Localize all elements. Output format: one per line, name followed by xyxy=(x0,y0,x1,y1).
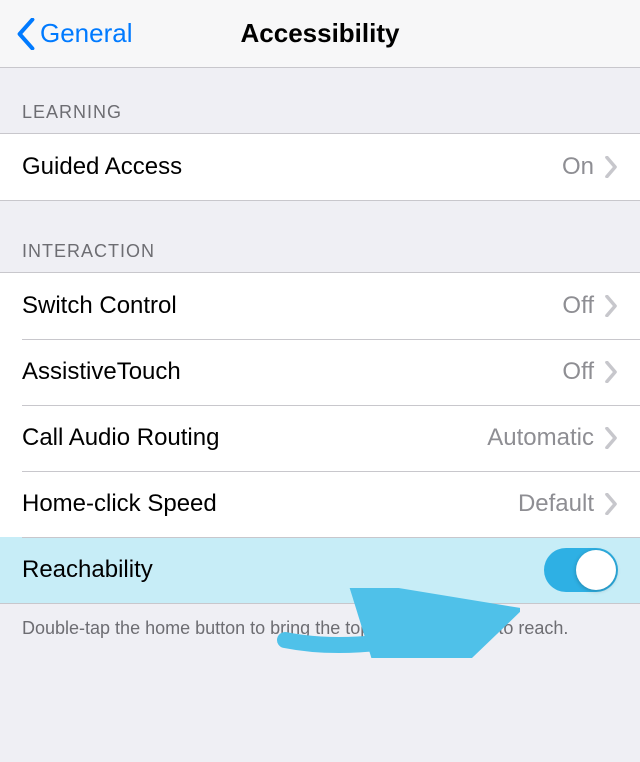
row-label: Switch Control xyxy=(22,292,177,320)
row-label: Guided Access xyxy=(22,153,182,181)
row-home-click-speed[interactable]: Home-click Speed Default xyxy=(0,471,640,537)
group-learning: Guided Access On xyxy=(0,133,640,201)
chevron-right-icon xyxy=(604,156,618,178)
row-label: Home-click Speed xyxy=(22,490,217,518)
row-assistivetouch[interactable]: AssistiveTouch Off xyxy=(0,339,640,405)
section-header-interaction: INTERACTION xyxy=(0,201,640,272)
row-value: Off xyxy=(562,358,594,386)
section-header-learning: LEARNING xyxy=(0,68,640,133)
row-reachability: Reachability xyxy=(0,537,640,603)
row-label: AssistiveTouch xyxy=(22,358,181,386)
row-switch-control[interactable]: Switch Control Off xyxy=(0,273,640,339)
chevron-right-icon xyxy=(604,295,618,317)
chevron-right-icon xyxy=(604,361,618,383)
chevron-right-icon xyxy=(604,493,618,515)
row-label: Call Audio Routing xyxy=(22,424,219,452)
row-call-audio-routing[interactable]: Call Audio Routing Automatic xyxy=(0,405,640,471)
chevron-left-icon xyxy=(16,18,36,50)
row-value: Automatic xyxy=(487,424,594,452)
reachability-toggle[interactable] xyxy=(544,548,618,592)
row-value: Default xyxy=(518,490,594,518)
chevron-right-icon xyxy=(604,427,618,449)
row-guided-access[interactable]: Guided Access On xyxy=(0,134,640,200)
group-interaction: Switch Control Off AssistiveTouch Off Ca… xyxy=(0,272,640,604)
row-value: On xyxy=(562,153,594,181)
row-label: Reachability xyxy=(22,556,153,584)
row-value: Off xyxy=(562,292,594,320)
nav-bar: General Accessibility xyxy=(0,0,640,68)
back-label: General xyxy=(40,18,133,49)
toggle-knob xyxy=(576,550,616,590)
footer-text: Double-tap the home button to bring the … xyxy=(0,604,640,658)
back-button[interactable]: General xyxy=(16,18,133,50)
